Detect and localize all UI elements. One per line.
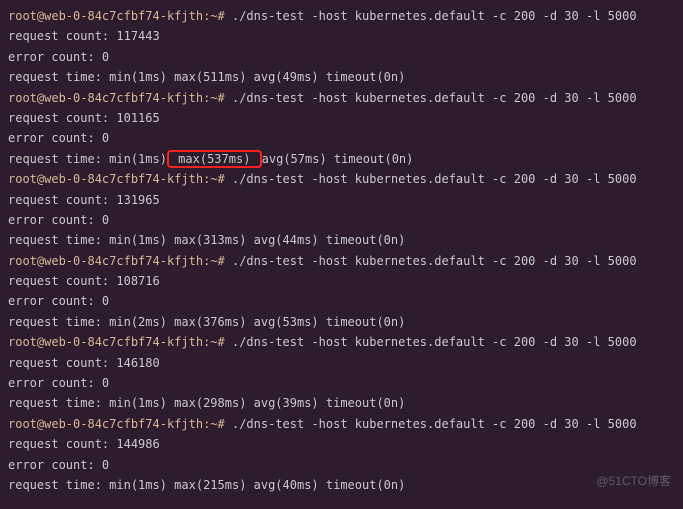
- error-count-line: error count: 0: [8, 373, 675, 393]
- request-count-line: request count: 101165: [8, 108, 675, 128]
- command-line: root@web-0-84c7cfbf74-kfjth:~# ./dns-tes…: [8, 169, 675, 189]
- shell-prompt: root@web-0-84c7cfbf74-kfjth:~#: [8, 417, 232, 431]
- time-pre: request time: min(1ms): [8, 152, 167, 166]
- terminal-output: root@web-0-84c7cfbf74-kfjth:~# ./dns-tes…: [8, 6, 675, 495]
- highlighted-max-time: max(537ms): [167, 150, 262, 168]
- error-count-line: error count: 0: [8, 47, 675, 67]
- command-text: ./dns-test -host kubernetes.default -c 2…: [232, 9, 637, 23]
- request-count-line: request count: 117443: [8, 26, 675, 46]
- request-count-line: request count: 108716: [8, 271, 675, 291]
- command-text: ./dns-test -host kubernetes.default -c 2…: [232, 91, 637, 105]
- time-post: avg(57ms) timeout(0n): [262, 152, 414, 166]
- command-line: root@web-0-84c7cfbf74-kfjth:~# ./dns-tes…: [8, 414, 675, 434]
- shell-prompt: root@web-0-84c7cfbf74-kfjth:~#: [8, 172, 232, 186]
- command-line: root@web-0-84c7cfbf74-kfjth:~# ./dns-tes…: [8, 251, 675, 271]
- request-count-line: request count: 131965: [8, 190, 675, 210]
- shell-prompt: root@web-0-84c7cfbf74-kfjth:~#: [8, 9, 232, 23]
- request-time-line: request time: min(1ms) max(537ms) avg(57…: [8, 149, 675, 169]
- shell-prompt: root@web-0-84c7cfbf74-kfjth:~#: [8, 254, 232, 268]
- command-line: root@web-0-84c7cfbf74-kfjth:~# ./dns-tes…: [8, 88, 675, 108]
- error-count-line: error count: 0: [8, 291, 675, 311]
- command-text: ./dns-test -host kubernetes.default -c 2…: [232, 335, 637, 349]
- request-count-line: request count: 144986: [8, 434, 675, 454]
- error-count-line: error count: 0: [8, 128, 675, 148]
- request-time-line: request time: min(2ms) max(376ms) avg(53…: [8, 312, 675, 332]
- request-count-line: request count: 146180: [8, 353, 675, 373]
- command-line: root@web-0-84c7cfbf74-kfjth:~# ./dns-tes…: [8, 332, 675, 352]
- command-text: ./dns-test -host kubernetes.default -c 2…: [232, 254, 637, 268]
- watermark: @51CTO博客: [596, 471, 671, 491]
- command-line: root@web-0-84c7cfbf74-kfjth:~# ./dns-tes…: [8, 6, 675, 26]
- error-count-line: error count: 0: [8, 210, 675, 230]
- command-text: ./dns-test -host kubernetes.default -c 2…: [232, 417, 637, 431]
- request-time-line: request time: min(1ms) max(511ms) avg(49…: [8, 67, 675, 87]
- shell-prompt: root@web-0-84c7cfbf74-kfjth:~#: [8, 91, 232, 105]
- request-time-line: request time: min(1ms) max(298ms) avg(39…: [8, 393, 675, 413]
- command-text: ./dns-test -host kubernetes.default -c 2…: [232, 172, 637, 186]
- request-time-line: request time: min(1ms) max(313ms) avg(44…: [8, 230, 675, 250]
- shell-prompt: root@web-0-84c7cfbf74-kfjth:~#: [8, 335, 232, 349]
- request-time-line: request time: min(1ms) max(215ms) avg(40…: [8, 475, 675, 495]
- error-count-line: error count: 0: [8, 455, 675, 475]
